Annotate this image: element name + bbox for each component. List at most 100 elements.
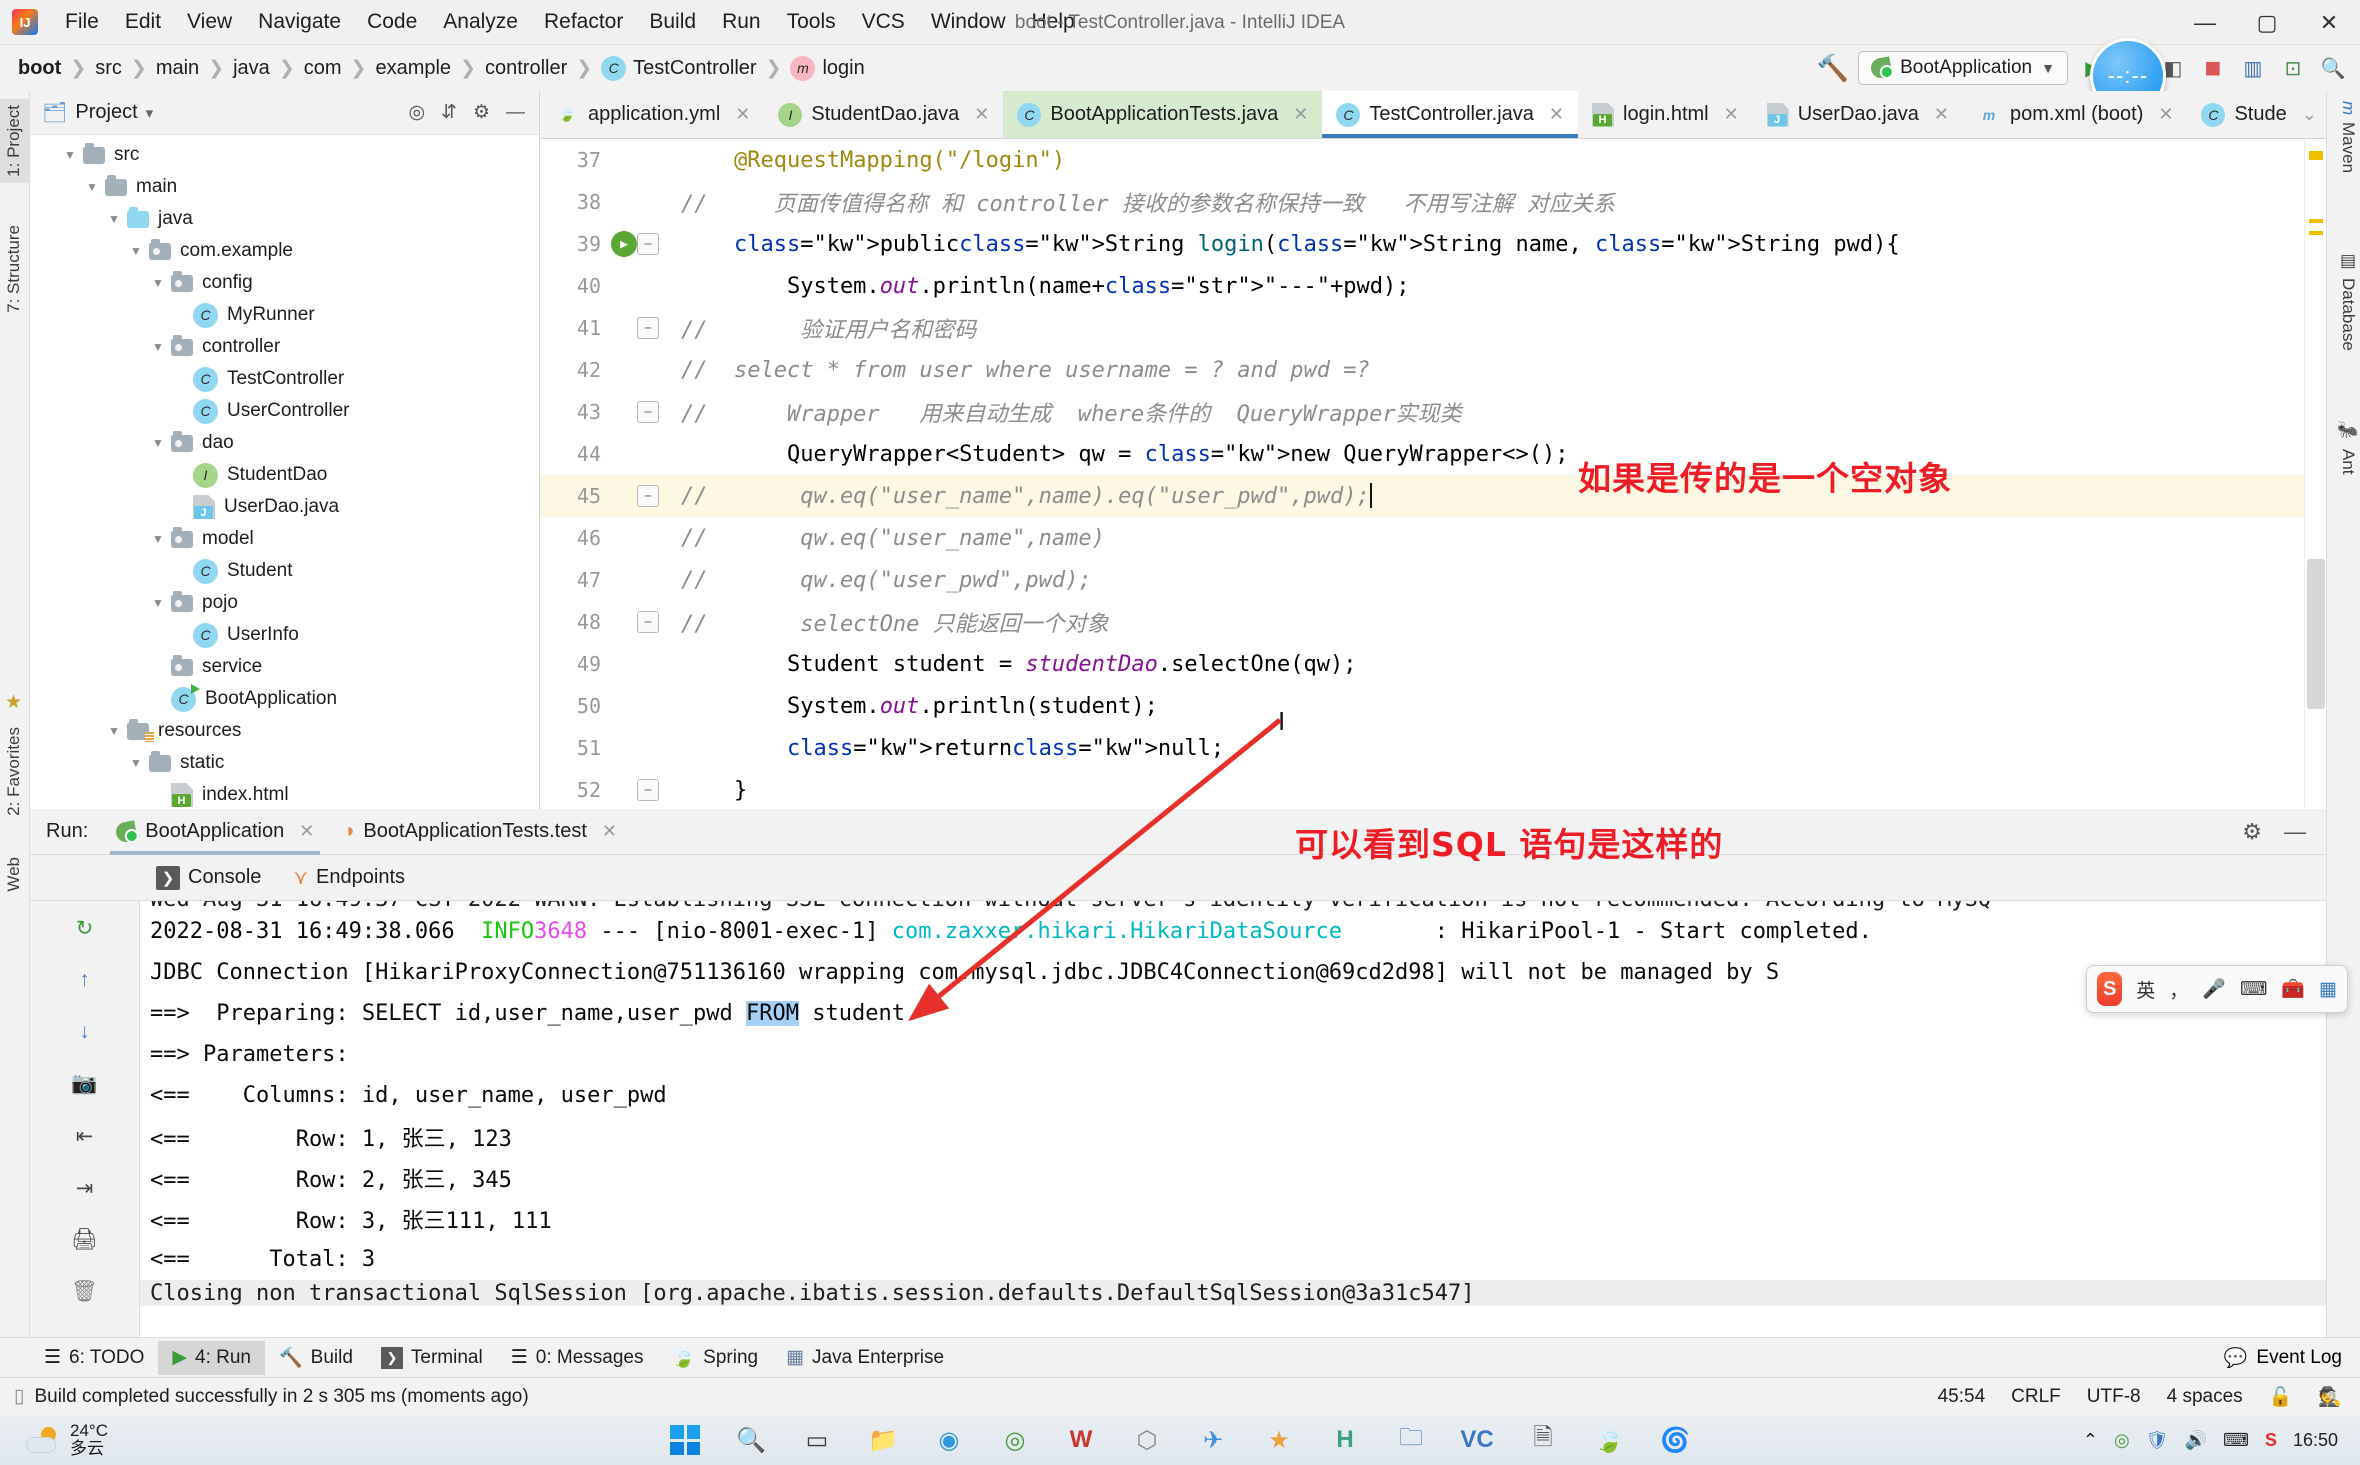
tree-node-config[interactable]: ▼ config	[30, 267, 539, 299]
scroll-down-icon[interactable]: ↓	[63, 1013, 107, 1051]
tree-node-student[interactable]: ▼C Student	[30, 555, 539, 587]
editor-tab-pom-xml-boot-[interactable]: m pom.xml (boot) ✕	[1963, 91, 2187, 138]
gutter-icons[interactable]: −	[611, 485, 669, 507]
task-view-icon[interactable]: ▭	[798, 1421, 836, 1459]
mic-icon[interactable]: 🎤	[2202, 977, 2226, 1001]
tree-node-bootapplication[interactable]: ▼CBootApplication	[30, 683, 539, 715]
code-line-51[interactable]: 51 class="kw">return class ="kw">null;	[541, 727, 2326, 769]
sogou-icon[interactable]: S	[2097, 972, 2123, 1006]
breadcrumb-item-main[interactable]: main	[152, 57, 203, 80]
project-tree[interactable]: ▼src▼main▼java▼com.example▼config▼CMyRun…	[30, 135, 539, 807]
tree-node-usercontroller[interactable]: ▼C UserController	[30, 395, 539, 427]
tool-window-run[interactable]: ▶ 4: Run	[158, 1340, 265, 1375]
wps-icon[interactable]: W	[1062, 1421, 1100, 1459]
marker-strip[interactable]	[2304, 139, 2326, 809]
sidebar-item-web[interactable]: Web	[0, 851, 29, 898]
updates-icon[interactable]: ⊡	[2278, 53, 2308, 83]
tree-node-controller[interactable]: ▼ controller	[30, 331, 539, 363]
start-icon[interactable]	[666, 1421, 704, 1459]
code-line-38[interactable]: 38 // 页面传值得名称 和 controller 接收的参数名称保持一致 不用…	[541, 181, 2326, 223]
maximize-button[interactable]: ▢	[2236, 0, 2298, 45]
tree-node-model[interactable]: ▼ model	[30, 523, 539, 555]
tool-window-terminal[interactable]: ❯ Terminal	[367, 1341, 497, 1375]
menu-file[interactable]: File	[52, 10, 112, 34]
code-line-44[interactable]: 44 QueryWrapper<Student> qw = class="kw"…	[541, 433, 2326, 475]
editor-tab-bar[interactable]: 🍃 application.yml ✕ I StudentDao.java ✕ C BootA…	[541, 91, 2326, 139]
tree-node-userinfo[interactable]: ▼C UserInfo	[30, 619, 539, 651]
trash-icon[interactable]: 🗑	[63, 1273, 107, 1311]
hide-icon[interactable]: —	[2284, 819, 2306, 845]
target-icon[interactable]: ◎	[408, 101, 425, 124]
fold-icon[interactable]: −	[637, 611, 659, 633]
run-gutter-icon[interactable]: ▶	[611, 231, 637, 257]
rerun-icon[interactable]: ↻	[63, 909, 107, 947]
menu-analyze[interactable]: Analyze	[430, 10, 531, 34]
keyboard-icon[interactable]: ⌨	[2240, 978, 2267, 1001]
menu-tools[interactable]: Tools	[774, 10, 849, 34]
menu-view[interactable]: View	[174, 10, 245, 34]
breadcrumb-item-testcontroller[interactable]: C TestController	[597, 55, 760, 81]
browser-icon[interactable]: ◎	[2114, 1430, 2130, 1451]
sidebar-item-maven[interactable]: m Maven	[2338, 101, 2358, 173]
sidebar-item-project[interactable]: 1: Project	[0, 99, 29, 183]
camera-icon[interactable]: 📷	[63, 1065, 107, 1103]
app-icon-8[interactable]: ⬡	[1128, 1421, 1166, 1459]
code-line-41[interactable]: 41 −// 验证用户名和密码	[541, 307, 2326, 349]
console-output[interactable]: Wed Aug 31 16:49:37 CST 2022 WARN: Estab…	[140, 901, 2326, 1337]
tool-window-build[interactable]: 🔨 Build	[265, 1341, 367, 1375]
fold-icon[interactable]: −	[637, 779, 659, 801]
chevron-down-icon[interactable]: ▼	[108, 212, 124, 226]
breadcrumb-item-controller[interactable]: controller	[481, 57, 571, 80]
menu-vcs[interactable]: VCS	[849, 10, 918, 34]
tree-node-userdao-java[interactable]: ▼J UserDao.java	[30, 491, 539, 523]
search-icon[interactable]: 🔍	[732, 1421, 770, 1459]
menu-build[interactable]: Build	[636, 10, 709, 34]
sidebar-item-ant[interactable]: 🐜 Ant	[2338, 421, 2358, 474]
tree-node-myrunner[interactable]: ▼C MyRunner	[30, 299, 539, 331]
sidebar-item-database[interactable]: ▤ Database	[2338, 251, 2358, 351]
editor-tab-bootapplicationtests-java[interactable]: C BootApplicationTests.java ✕	[1003, 91, 1323, 138]
close-button[interactable]: ✕	[2298, 0, 2360, 45]
close-icon[interactable]: ✕	[1934, 104, 1949, 125]
code-line-52[interactable]: 52 − }	[541, 769, 2326, 809]
volume-icon[interactable]: 🔊	[2185, 1430, 2207, 1451]
tool-window-todo[interactable]: ☰ 6: TODO	[30, 1341, 158, 1375]
chevron-down-icon[interactable]: ▼	[152, 276, 168, 290]
chevron-down-icon[interactable]: ▼	[130, 756, 146, 770]
chevron-down-icon[interactable]: ▼	[108, 724, 124, 738]
leaf-icon[interactable]: 🍃	[1590, 1421, 1628, 1459]
marker[interactable]	[2309, 231, 2323, 235]
chevron-up-icon[interactable]: ⌃	[2083, 1430, 2098, 1451]
code-line-45[interactable]: 45 −// qw.eq("user_name",name).eq("user_p…	[541, 475, 2326, 517]
code-line-42[interactable]: 42 // select * from user where username =…	[541, 349, 2326, 391]
tab-console[interactable]: ❯ Console	[140, 865, 277, 890]
run-tab-bootapplicationtests[interactable]: ◑ BootApplicationTests.test ✕	[328, 809, 631, 855]
editor-tab-userdao-java[interactable]: J UserDao.java ✕	[1753, 91, 1963, 138]
lock-icon[interactable]: 🔓	[2269, 1385, 2293, 1409]
editor-tab-login-html[interactable]: Hlogin.html ✕	[1578, 91, 1753, 138]
breadcrumb-item-example[interactable]: example	[371, 57, 455, 80]
chevron-down-icon[interactable]: ▼	[152, 340, 168, 354]
close-icon[interactable]: ✕	[602, 821, 617, 842]
gutter-icons[interactable]: −	[611, 401, 669, 423]
marker[interactable]	[2309, 219, 2323, 223]
grid-icon[interactable]: ▦	[2319, 978, 2337, 1001]
close-icon[interactable]: ✕	[974, 104, 989, 125]
code-line-39[interactable]: 39 ▶ − class="kw">public class ="kw">String…	[541, 223, 2326, 265]
close-icon[interactable]: ✕	[299, 821, 314, 842]
close-icon[interactable]: ✕	[1549, 104, 1564, 125]
chevron-down-icon[interactable]: ▼	[64, 148, 80, 162]
export-icon[interactable]: ⇥	[63, 1169, 107, 1207]
star-icon[interactable]: ★	[5, 691, 22, 714]
fold-icon[interactable]: −	[637, 233, 659, 255]
gutter-icons[interactable]: −	[611, 611, 669, 633]
code-editor[interactable]: 37 @RequestMapping("/login") 38 // 页面传值得名称…	[541, 139, 2326, 809]
code-line-49[interactable]: 49 Student student = studentDao.selectOn…	[541, 643, 2326, 685]
menu-window[interactable]: Window	[918, 10, 1019, 34]
code-line-37[interactable]: 37 @RequestMapping("/login")	[541, 139, 2326, 181]
code-line-40[interactable]: 40 System.out.println(name+class="str">"…	[541, 265, 2326, 307]
tree-node-resources[interactable]: ▼ resources	[30, 715, 539, 747]
toolbox-icon[interactable]: 🧰	[2281, 977, 2305, 1001]
file-explorer-icon[interactable]: 📁	[864, 1421, 902, 1459]
minimize-button[interactable]: —	[2174, 0, 2236, 45]
